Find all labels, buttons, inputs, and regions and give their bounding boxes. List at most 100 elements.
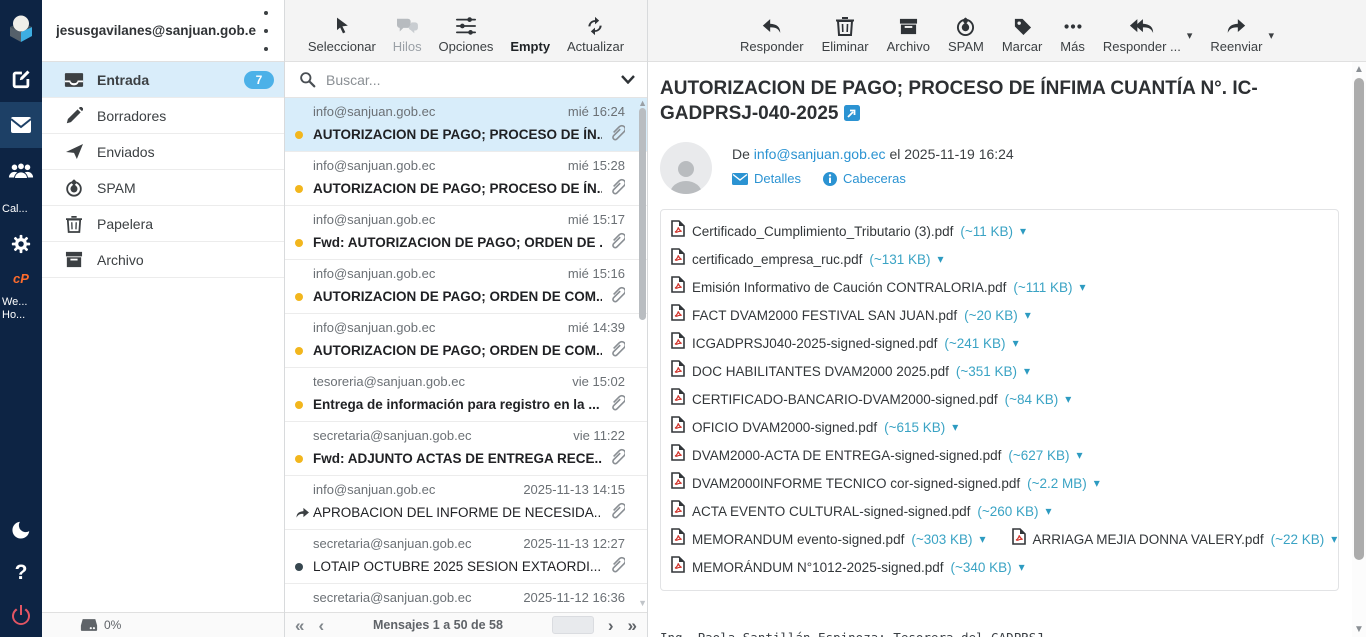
forward-button[interactable]: Reenviar bbox=[1210, 17, 1262, 54]
spam-button[interactable]: SPAM bbox=[948, 16, 984, 54]
sender-email-link[interactable]: info@sanjuan.gob.ec bbox=[754, 146, 886, 162]
forward-dropdown-icon[interactable]: ▾ bbox=[1268, 29, 1274, 54]
reply-all-button[interactable]: Responder ... bbox=[1103, 17, 1181, 54]
prev-page-button[interactable]: ‹ bbox=[318, 617, 324, 634]
attachment-item[interactable]: OFICIO DVAM2000-signed.pdf(~615 KB)▾ bbox=[671, 416, 958, 438]
reading-scrollbar-thumb[interactable] bbox=[1354, 78, 1364, 560]
attachment-dropdown-icon[interactable]: ▾ bbox=[1020, 224, 1026, 238]
attachment-item[interactable]: ARRIAGA MEJIA DONNA VALERY.pdf(~22 KB)▾ bbox=[1012, 528, 1338, 550]
search-input[interactable] bbox=[326, 72, 611, 88]
open-in-new-window-button[interactable] bbox=[844, 103, 860, 128]
empty-button[interactable]: Empty bbox=[510, 39, 550, 54]
folder-actions-menu-button[interactable] bbox=[256, 4, 276, 58]
mark-button[interactable]: Marcar bbox=[1002, 17, 1042, 54]
app-logo[interactable] bbox=[0, 0, 42, 56]
reply-button[interactable]: Responder bbox=[740, 17, 804, 54]
attachment-name[interactable]: ACTA EVENTO CULTURAL-signed-signed.pdf bbox=[692, 504, 970, 519]
attachment-item[interactable]: CERTIFICADO-BANCARIO-DVAM2000-signed.pdf… bbox=[671, 388, 1071, 410]
search-options-chevron-icon[interactable] bbox=[621, 75, 635, 84]
message-row[interactable]: info@sanjuan.gob.ecmié 15:28AUTORIZACION… bbox=[285, 152, 647, 206]
sidebar-item-spam[interactable]: SPAM bbox=[42, 170, 284, 206]
options-button[interactable]: Opciones bbox=[439, 16, 494, 54]
attachment-dropdown-icon[interactable]: ▾ bbox=[1331, 532, 1337, 546]
delete-button[interactable]: Eliminar bbox=[822, 16, 869, 54]
attachment-dropdown-icon[interactable]: ▾ bbox=[1065, 392, 1071, 406]
headers-toggle[interactable]: Cabeceras bbox=[823, 171, 906, 186]
message-row[interactable]: info@sanjuan.gob.ec2025-11-13 14:15APROB… bbox=[285, 476, 647, 530]
more-button[interactable]: Más bbox=[1060, 17, 1085, 54]
message-row[interactable]: info@sanjuan.gob.ecmié 16:24AUTORIZACION… bbox=[285, 98, 647, 152]
attachment-dropdown-icon[interactable]: ▾ bbox=[1080, 280, 1086, 294]
attachment-item[interactable]: Certificado_Cumplimiento_Tributario (3).… bbox=[671, 220, 1026, 242]
message-row[interactable]: secretaria@sanjuan.gob.ecvie 11:22Fwd: A… bbox=[285, 422, 647, 476]
attachment-dropdown-icon[interactable]: ▾ bbox=[1046, 504, 1052, 518]
attachment-name[interactable]: certificado_empresa_ruc.pdf bbox=[692, 252, 862, 267]
archive-button[interactable]: Archivo bbox=[887, 17, 930, 54]
threads-button[interactable]: Hilos bbox=[393, 16, 422, 54]
attachment-dropdown-icon[interactable]: ▾ bbox=[952, 420, 958, 434]
attachment-item[interactable]: certificado_empresa_ruc.pdf(~131 KB)▾ bbox=[671, 248, 944, 270]
attachment-name[interactable]: ARRIAGA MEJIA DONNA VALERY.pdf bbox=[1033, 532, 1264, 547]
attachment-item[interactable]: ICGADPRSJ040-2025-signed-signed.pdf(~241… bbox=[671, 332, 1019, 354]
logout-button[interactable] bbox=[0, 593, 42, 637]
cpanel-button[interactable]: cP bbox=[0, 264, 42, 292]
dark-mode-toggle[interactable] bbox=[0, 507, 42, 553]
contacts-nav-button[interactable] bbox=[0, 148, 42, 194]
attachment-dropdown-icon[interactable]: ▾ bbox=[1025, 308, 1031, 322]
message-row[interactable]: info@sanjuan.gob.ecmié 14:39AUTORIZACION… bbox=[285, 314, 647, 368]
attachment-name[interactable]: CERTIFICADO-BANCARIO-DVAM2000-signed.pdf bbox=[692, 392, 998, 407]
attachment-name[interactable]: MEMORÁNDUM N°1012-2025-signed.pdf bbox=[692, 560, 944, 575]
attachment-name[interactable]: OFICIO DVAM2000-signed.pdf bbox=[692, 420, 877, 435]
attachment-item[interactable]: DOC HABILITANTES DVAM2000 2025.pdf(~351 … bbox=[671, 360, 1030, 382]
attachment-item[interactable]: DVAM2000-ACTA DE ENTREGA-signed-signed.p… bbox=[671, 444, 1083, 466]
attachment-item[interactable]: DVAM2000INFORME TECNICO cor-signed-signe… bbox=[671, 472, 1100, 494]
first-page-button[interactable]: « bbox=[295, 617, 304, 634]
attachment-name[interactable]: Certificado_Cumplimiento_Tributario (3).… bbox=[692, 224, 953, 239]
mail-nav-button[interactable] bbox=[0, 102, 42, 148]
message-row[interactable]: tesoreria@sanjuan.gob.ecvie 15:02Entrega… bbox=[285, 368, 647, 422]
page-number-input[interactable] bbox=[552, 616, 594, 634]
sidebar-item-archivo[interactable]: Archivo bbox=[42, 242, 284, 278]
message-row[interactable]: secretaria@sanjuan.gob.ec2025-11-13 12:2… bbox=[285, 530, 647, 584]
details-toggle[interactable]: Detalles bbox=[732, 171, 801, 186]
sidebar-item-borradores[interactable]: Borradores bbox=[42, 98, 284, 134]
attachment-name[interactable]: MEMORANDUM evento-signed.pdf bbox=[692, 532, 904, 547]
attachment-dropdown-icon[interactable]: ▾ bbox=[1077, 448, 1083, 462]
attachment-item[interactable]: MEMORÁNDUM N°1012-2025-signed.pdf(~340 K… bbox=[671, 556, 1025, 578]
webmail-home-button[interactable]: We... Ho... bbox=[0, 292, 42, 326]
attachment-item[interactable]: Emisión Informativo de Caución CONTRALOR… bbox=[671, 276, 1086, 298]
message-row[interactable]: secretaria@sanjuan.gob.ec2025-11-12 16:3… bbox=[285, 584, 647, 612]
attachment-dropdown-icon[interactable]: ▾ bbox=[1013, 336, 1019, 350]
attachment-name[interactable]: DVAM2000-ACTA DE ENTREGA-signed-signed.p… bbox=[692, 448, 1001, 463]
attachment-item[interactable]: MEMORANDUM evento-signed.pdf(~303 KB)▾ bbox=[671, 528, 986, 550]
attachment-name[interactable]: FACT DVAM2000 FESTIVAL SAN JUAN.pdf bbox=[692, 308, 957, 323]
settings-nav-button[interactable] bbox=[0, 224, 42, 264]
select-button[interactable]: Seleccionar bbox=[308, 16, 376, 54]
reading-pane-scrollbar[interactable]: ▲ ▼ bbox=[1352, 62, 1366, 637]
attachment-name[interactable]: DOC HABILITANTES DVAM2000 2025.pdf bbox=[692, 364, 949, 379]
sidebar-item-entrada[interactable]: Entrada7 bbox=[42, 62, 284, 98]
attachment-dropdown-icon[interactable]: ▾ bbox=[980, 532, 986, 546]
compose-button[interactable] bbox=[0, 56, 42, 102]
attachment-name[interactable]: ICGADPRSJ040-2025-signed-signed.pdf bbox=[692, 336, 937, 351]
attachment-dropdown-icon[interactable]: ▾ bbox=[1094, 476, 1100, 490]
attachment-dropdown-icon[interactable]: ▾ bbox=[938, 252, 944, 266]
help-button[interactable]: ? bbox=[0, 553, 42, 593]
list-scrollbar[interactable]: ▲ ▼ bbox=[638, 98, 647, 612]
refresh-button[interactable]: Actualizar bbox=[567, 16, 624, 54]
attachment-dropdown-icon[interactable]: ▾ bbox=[1024, 364, 1030, 378]
scroll-down-icon[interactable]: ▼ bbox=[1352, 624, 1366, 635]
scroll-down-icon[interactable]: ▼ bbox=[638, 598, 647, 608]
reply-all-dropdown-icon[interactable]: ▾ bbox=[1187, 29, 1193, 54]
last-page-button[interactable]: » bbox=[628, 617, 637, 634]
list-scrollbar-thumb[interactable] bbox=[639, 108, 646, 320]
message-row[interactable]: info@sanjuan.gob.ecmié 15:17Fwd: AUTORIZ… bbox=[285, 206, 647, 260]
attachment-item[interactable]: ACTA EVENTO CULTURAL-signed-signed.pdf(~… bbox=[671, 500, 1052, 522]
attachment-name[interactable]: Emisión Informativo de Caución CONTRALOR… bbox=[692, 280, 1006, 295]
scroll-up-icon[interactable]: ▲ bbox=[638, 98, 647, 108]
sidebar-item-papelera[interactable]: Papelera bbox=[42, 206, 284, 242]
sidebar-item-enviados[interactable]: Enviados bbox=[42, 134, 284, 170]
next-page-button[interactable]: › bbox=[608, 617, 614, 634]
message-row[interactable]: info@sanjuan.gob.ecmié 15:16AUTORIZACION… bbox=[285, 260, 647, 314]
attachment-dropdown-icon[interactable]: ▾ bbox=[1019, 560, 1025, 574]
